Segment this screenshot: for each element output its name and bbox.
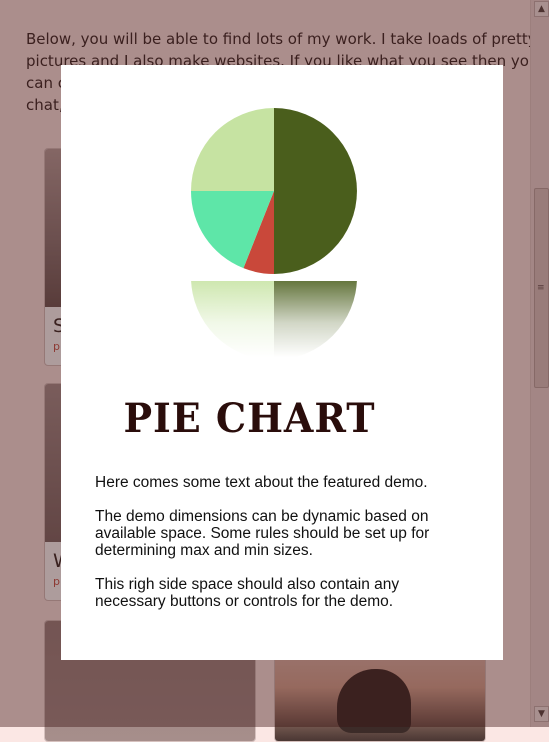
modal-description: Here comes some text about the featured …: [95, 474, 485, 627]
pie-main: [191, 108, 357, 274]
description-line: The demo dimensions can be dynamic based…: [95, 508, 429, 525]
pie-slice-1: [274, 108, 357, 274]
description-line: necessary buttons or controls for the de…: [95, 593, 394, 610]
description-line: available space. Some rules should be se…: [95, 525, 430, 542]
pie-slice-4: [191, 108, 274, 191]
description-line: Here comes some text about the featured …: [95, 474, 428, 491]
description-paragraph: This righ side space should also contain…: [95, 576, 485, 610]
modal-title: PIE CHART: [123, 395, 376, 442]
description-line: determining max and min sizes.: [95, 542, 313, 559]
description-paragraph: Here comes some text about the featured …: [95, 474, 485, 491]
description-paragraph: The demo dimensions can be dynamic based…: [95, 508, 485, 559]
description-line: This righ side space should also contain…: [95, 576, 400, 593]
reflection-fade: [190, 281, 358, 357]
demo-modal: PIE CHART Here comes some text about the…: [61, 65, 503, 660]
pie-chart: [190, 108, 358, 357]
